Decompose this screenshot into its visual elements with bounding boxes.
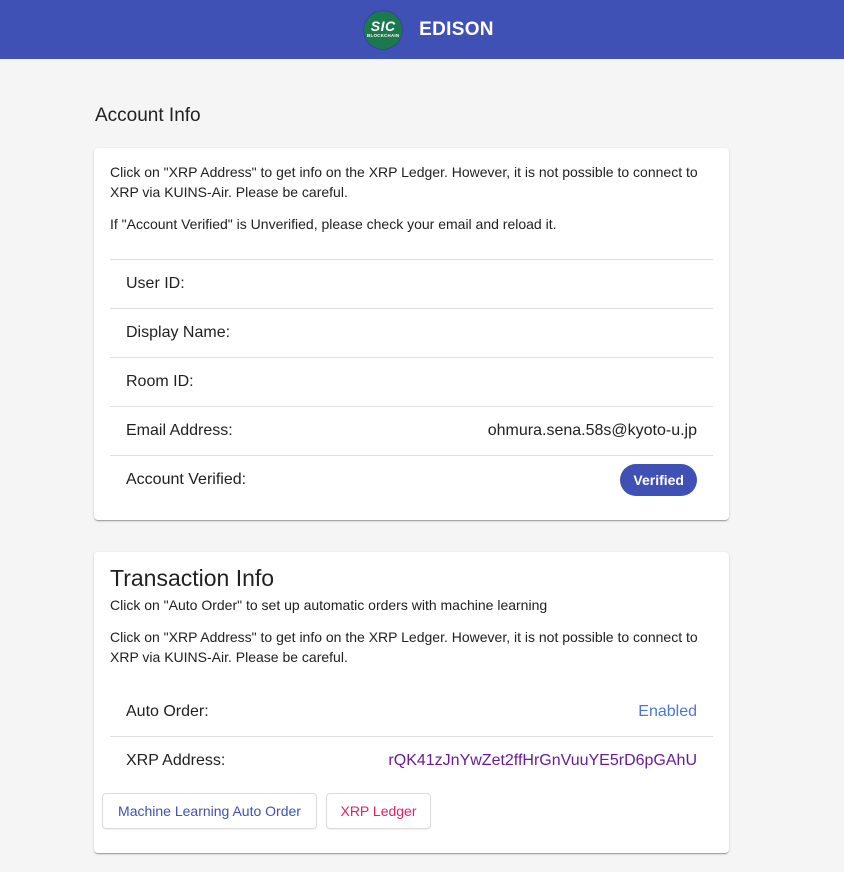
ml-auto-order-button[interactable]: Machine Learning Auto Order xyxy=(102,793,317,829)
email-label: Email Address: xyxy=(126,422,233,439)
app-bar: SIC BLOCKCHAIN EDISON xyxy=(0,0,844,59)
auto-order-row: Auto Order: Enabled xyxy=(110,687,713,736)
user-id-label: User ID: xyxy=(126,275,185,292)
account-info-heading: Account Info xyxy=(95,105,201,126)
brand[interactable]: SIC BLOCKCHAIN EDISON xyxy=(364,10,494,49)
account-info-card: Click on "XRP Address" to get info on th… xyxy=(94,148,729,520)
verification-note: If "Account Verified" is Unverified, ple… xyxy=(110,216,557,232)
verified-status-badge: Verified xyxy=(620,464,697,496)
sic-blockchain-logo: SIC BLOCKCHAIN xyxy=(364,10,403,49)
xrp-ledger-button[interactable]: XRP Ledger xyxy=(326,793,431,829)
account-verified-label: Account Verified: xyxy=(126,471,247,488)
xrp-warning-note: Click on "XRP Address" to get info on th… xyxy=(110,629,698,665)
display-name-row: Display Name: xyxy=(110,308,713,357)
transaction-info-card: Transaction Info Click on "Auto Order" t… xyxy=(94,552,729,853)
logo-sub-text: BLOCKCHAIN xyxy=(367,33,400,38)
account-verified-row: Account Verified: Verified xyxy=(110,455,713,504)
xrp-address-link[interactable]: rQK41zJnYwZet2ffHrGnVuuYE5rD6pGAhU xyxy=(388,752,697,770)
room-id-label: Room ID: xyxy=(126,373,194,390)
display-name-label: Display Name: xyxy=(126,324,231,341)
email-row: Email Address: ohmura.sena.58s@kyoto-u.j… xyxy=(110,406,713,455)
logo-main-text: SIC xyxy=(370,18,396,34)
xrp-warning-note: Click on "XRP Address" to get info on th… xyxy=(110,164,698,200)
xrp-address-label: XRP Address: xyxy=(126,752,226,769)
user-id-row: User ID: xyxy=(110,259,713,308)
email-value: ohmura.sena.58s@kyoto-u.jp xyxy=(487,422,697,439)
transaction-info-heading: Transaction Info xyxy=(110,565,275,591)
auto-order-note: Click on "Auto Order" to set up automati… xyxy=(110,597,548,613)
auto-order-label: Auto Order: xyxy=(126,702,209,720)
app-title: EDISON xyxy=(419,18,494,40)
room-id-row: Room ID: xyxy=(110,357,713,406)
xrp-address-row: XRP Address: rQK41zJnYwZet2ffHrGnVuuYE5r… xyxy=(110,736,713,785)
auto-order-status-link[interactable]: Enabled xyxy=(638,703,697,721)
